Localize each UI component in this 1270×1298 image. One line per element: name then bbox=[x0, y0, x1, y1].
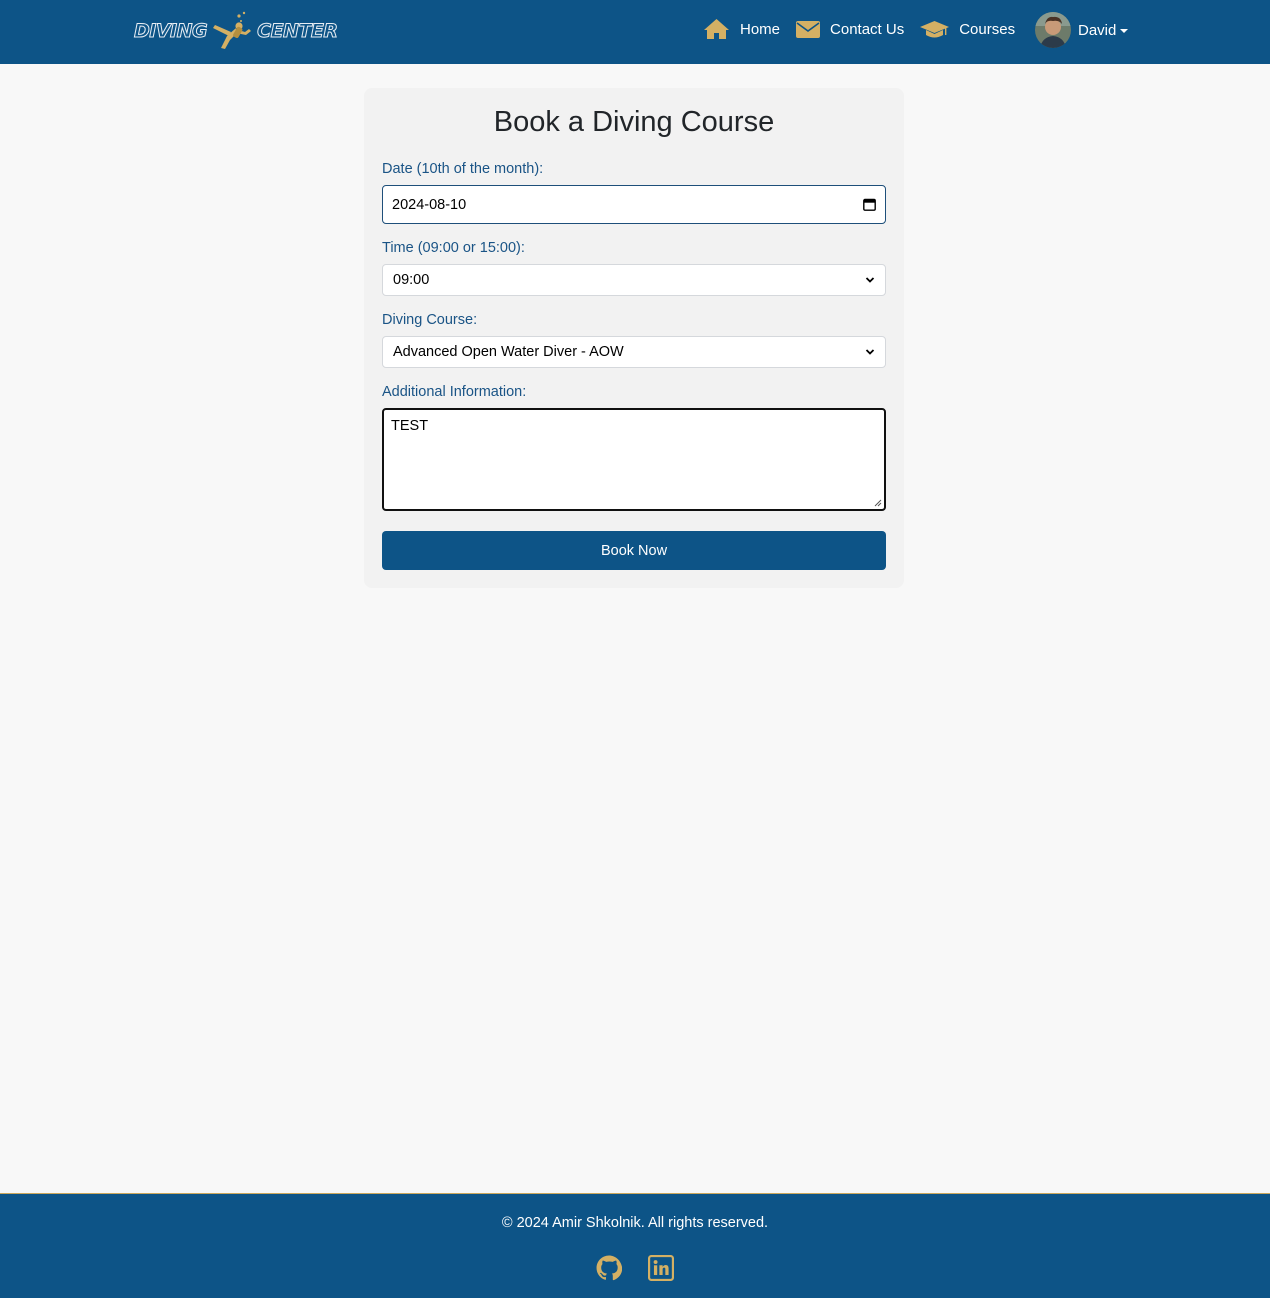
time-select[interactable]: 09:00 bbox=[382, 264, 886, 296]
nav-item-contact-label: Contact Us bbox=[830, 20, 905, 38]
time-value: 09:00 bbox=[393, 272, 430, 288]
logo-word-diving: DIVING bbox=[133, 20, 208, 43]
nav-item-home-label: Home bbox=[740, 20, 781, 38]
date-value: 2024-08-10 bbox=[392, 196, 467, 213]
user-name: David bbox=[1078, 21, 1117, 39]
user-menu-toggle[interactable]: David bbox=[1035, 12, 1129, 48]
time-label: Time (09:00 or 15:00): bbox=[382, 240, 525, 256]
chevron-down-icon bbox=[865, 349, 875, 355]
top-navbar: DIVING CENTER Home Contact Us Courses Da… bbox=[0, 0, 1270, 64]
github-icon[interactable] bbox=[596, 1255, 622, 1281]
chevron-down-icon bbox=[1120, 28, 1129, 33]
scuba-diver-icon bbox=[213, 11, 252, 49]
chevron-down-icon bbox=[865, 277, 875, 283]
nav-links: Home Contact Us Courses bbox=[703, 14, 1031, 44]
footer: © 2024 Amir Shkolnik. All rights reserve… bbox=[0, 1193, 1270, 1298]
info-label: Additional Information: bbox=[382, 384, 527, 400]
user-avatar bbox=[1035, 12, 1071, 48]
course-select[interactable]: Advanced Open Water Diver - AOW bbox=[382, 336, 886, 368]
date-label: Date (10th of the month): bbox=[382, 161, 544, 177]
nav-item-contact[interactable]: Contact Us bbox=[796, 20, 904, 39]
home-icon bbox=[704, 19, 729, 39]
copyright-text: © 2024 Amir Shkolnik. All rights reserve… bbox=[501, 1215, 769, 1231]
calendar-icon[interactable] bbox=[863, 198, 876, 211]
course-value: Advanced Open Water Diver - AOW bbox=[393, 344, 624, 360]
page-title: Book a Diving Course bbox=[493, 106, 775, 138]
nav-item-courses-label: Courses bbox=[959, 20, 1016, 38]
nav-item-courses[interactable]: Courses bbox=[920, 19, 1015, 39]
nav-item-home[interactable]: Home bbox=[703, 18, 780, 40]
course-label: Diving Course: bbox=[382, 312, 478, 328]
additional-info-textarea[interactable]: TEST bbox=[382, 408, 886, 511]
booking-form-card: Book a Diving Course Date (10th of the m… bbox=[364, 88, 904, 588]
graduation-cap-icon bbox=[920, 21, 950, 38]
brand-logo[interactable]: DIVING CENTER bbox=[133, 10, 339, 52]
additional-info-value: TEST bbox=[391, 418, 429, 434]
resize-handle-icon[interactable] bbox=[874, 499, 882, 507]
book-now-button[interactable]: Book Now bbox=[382, 531, 886, 570]
date-input[interactable]: 2024-08-10 bbox=[382, 185, 886, 224]
logo-word-center: CENTER bbox=[257, 20, 339, 43]
envelope-icon bbox=[796, 20, 821, 38]
linkedin-icon[interactable] bbox=[648, 1255, 674, 1281]
